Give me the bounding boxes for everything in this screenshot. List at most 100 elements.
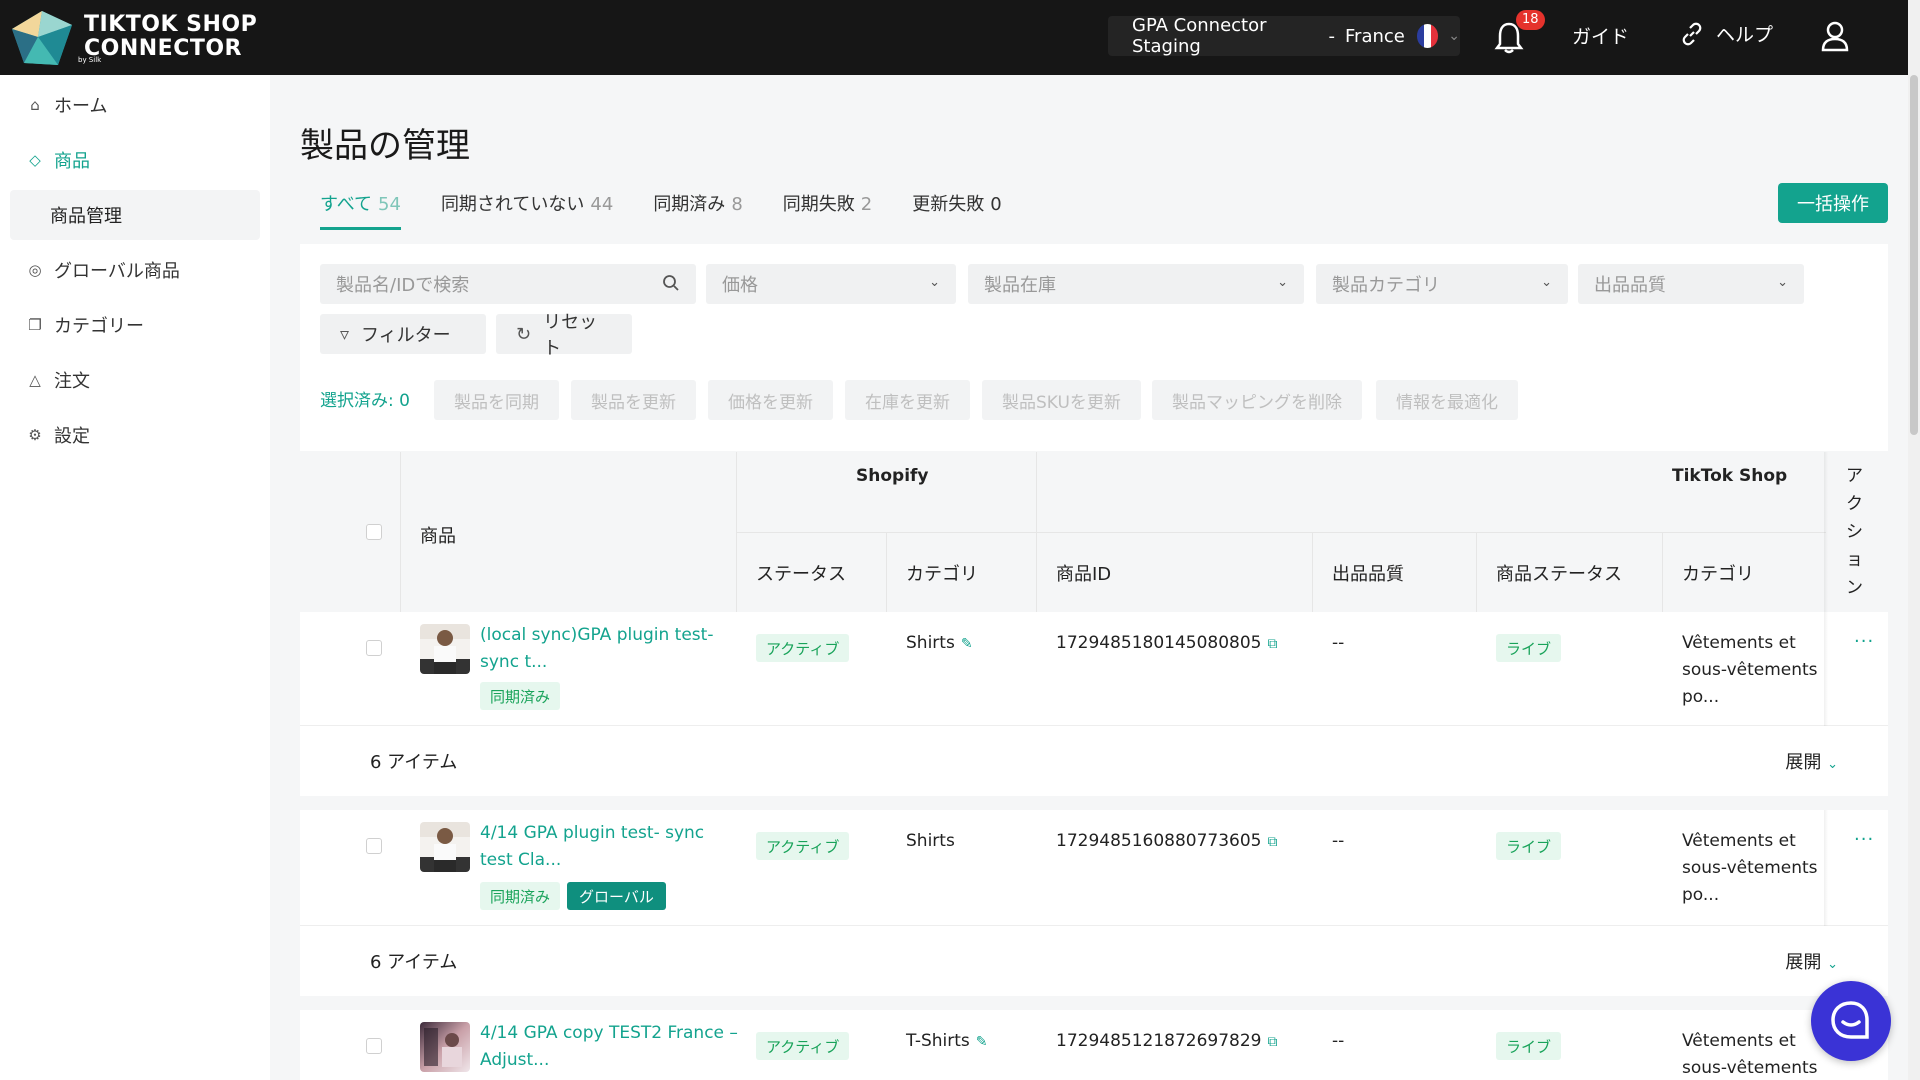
sidebar-item-products[interactable]: ◇ 商品 [0, 135, 270, 185]
product-name-link[interactable]: 4/14 GPA copy TEST2 France – Adjust... [480, 1020, 740, 1074]
bulk-action-button[interactable]: 一括操作 [1778, 183, 1888, 223]
column-shadow [1824, 810, 1828, 926]
shopify-group-header: Shopify [856, 466, 929, 486]
sidebar-item-orders[interactable]: △ 注文 [0, 355, 270, 405]
col-product-header: 商品 [420, 526, 456, 547]
edit-icon[interactable]: ✎ [961, 636, 973, 652]
quality-dropdown[interactable]: 出品品質 ⌄ [1578, 264, 1804, 304]
help-link[interactable]: ヘルプ [1680, 20, 1773, 47]
row-checkbox[interactable] [366, 1038, 382, 1054]
category-value: Shirts [906, 633, 955, 653]
expand-button[interactable]: 展開 ⌄ [1785, 948, 1838, 974]
more-actions-icon[interactable]: ... [1854, 626, 1874, 647]
reset-button[interactable]: ↻ リセット [496, 312, 632, 359]
product-name-link[interactable]: (local sync)GPA plugin test- sync t... [480, 622, 720, 676]
sidebar-item-settings[interactable]: ⚙ 設定 [0, 410, 270, 460]
sidebar-item-label: 設定 [54, 426, 90, 447]
store-selector[interactable]: GPA Connector Staging - France ⌄ [1108, 15, 1460, 57]
search-input[interactable]: 製品名/IDで検索 [320, 264, 696, 304]
user-icon[interactable] [1820, 20, 1850, 52]
gear-icon: ⚙ [28, 426, 42, 444]
tt-category-line1: Vêtements et [1682, 633, 1796, 653]
product-id: 1729485180145080805 ⧉ [1056, 630, 1278, 658]
chevron-down-icon: ⌄ [1827, 957, 1838, 972]
update-stock-button[interactable]: 在庫を更新 [845, 380, 970, 420]
sidebar-subitem-product-management[interactable]: 商品管理 [10, 190, 260, 240]
stock-dropdown[interactable]: 製品在庫 ⌄ [968, 264, 1304, 304]
category-dropdown[interactable]: 製品カテゴリ ⌄ [1316, 264, 1568, 304]
update-sku-button[interactable]: 製品SKUを更新 [982, 380, 1141, 420]
store-name: GPA Connector Staging [1132, 15, 1267, 57]
tab-update-failed[interactable]: 更新失敗 0 [912, 190, 1001, 230]
tt-category: Vêtements et sous-vêtements po... [1682, 630, 1818, 711]
column-shadow [1824, 612, 1828, 726]
price-dropdown[interactable]: 価格 ⌄ [706, 264, 956, 304]
sidebar-item-categories[interactable]: ❐ カテゴリー [0, 300, 270, 350]
select-all-checkbox[interactable] [366, 524, 382, 540]
category-label: 製品カテゴリ [1332, 275, 1440, 296]
chevron-down-icon: ⌄ [929, 275, 940, 290]
tab-synced[interactable]: 同期済み 8 [653, 190, 742, 230]
row-checkbox[interactable] [366, 640, 382, 656]
category-value: T-Shirts [906, 1031, 970, 1051]
column-shadow [1824, 452, 1828, 612]
item-count: 6 アイテム [370, 952, 458, 973]
variant-group-row: 6 アイテム 展開 ⌄ [300, 726, 1888, 796]
notification-badge: 18 [1516, 10, 1545, 30]
product-name-link[interactable]: 4/14 GPA plugin test- sync test Cla... [480, 820, 720, 874]
table-row: 4/14 GPA copy TEST2 France – Adjust... ア… [300, 1010, 1888, 1080]
tab-all[interactable]: すべて 54 [320, 190, 401, 230]
logo[interactable]: TIKTOK SHOP CONNECTOR [8, 7, 257, 67]
sidebar: ⌂ ホーム ◇ 商品 商品管理 ◎ グローバル商品 ❐ カテゴリー △ 注文 ⚙… [0, 75, 270, 1080]
copy-icon[interactable]: ⧉ [1268, 636, 1278, 652]
sidebar-item-global-products[interactable]: ◎ グローバル商品 [0, 245, 270, 295]
optimize-info-button[interactable]: 情報を最適化 [1376, 380, 1518, 420]
scrollbar-thumb[interactable] [1910, 75, 1918, 435]
delete-mapping-button[interactable]: 製品マッピングを削除 [1152, 380, 1362, 420]
store-country: France [1345, 25, 1405, 47]
price-label: 価格 [722, 275, 758, 296]
col-action-header: アクション [1846, 466, 1863, 598]
filter-panel: 製品名/IDで検索 価格 ⌄ 製品在庫 ⌄ 製品カテゴリ ⌄ 出品品質 ⌄ ▿ フィルター… [300, 244, 1888, 451]
product-thumbnail[interactable] [420, 624, 470, 674]
edit-icon[interactable]: ✎ [976, 1034, 988, 1050]
tab-sync-failed[interactable]: 同期失敗 2 [783, 190, 872, 230]
sidebar-item-home[interactable]: ⌂ ホーム [0, 80, 270, 130]
listing-quality: -- [1332, 831, 1345, 851]
product-image [434, 828, 456, 872]
chat-button[interactable] [1811, 981, 1891, 1061]
tt-category-line3: po... [1682, 687, 1720, 707]
sidebar-subitem-label: 商品管理 [50, 206, 122, 227]
guide-link[interactable]: ガイド [1572, 22, 1629, 49]
global-tag: グローバル [567, 882, 666, 910]
filter-icon: ▿ [340, 323, 350, 345]
col-tt-category-header: カテゴリ [1682, 564, 1754, 585]
sidebar-item-label: ホーム [54, 96, 108, 117]
top-bar: TIKTOK SHOP CONNECTOR by Silk GPA Connec… [0, 0, 1908, 75]
more-actions-icon[interactable]: ... [1854, 824, 1874, 845]
sync-products-button[interactable]: 製品を同期 [434, 380, 559, 420]
tt-category: Vêtements et sous-vêtements po... [1682, 828, 1818, 909]
copy-icon[interactable]: ⧉ [1268, 834, 1278, 850]
product-name-line2: test Cla... [480, 850, 562, 870]
synced-tag: 同期済み [480, 882, 561, 910]
col-status-header: ステータス [756, 564, 846, 585]
tab-not-synced[interactable]: 同期されていない 44 [441, 190, 613, 230]
filter-button[interactable]: ▿ フィルター [320, 314, 486, 354]
product-name-line1: 4/14 GPA plugin test- sync [480, 823, 705, 843]
product-thumbnail[interactable] [420, 1022, 470, 1072]
product-id: 1729485160880773605 ⧉ [1056, 828, 1278, 856]
product-thumbnail[interactable] [420, 822, 470, 872]
france-flag-icon [1416, 24, 1439, 48]
copy-icon[interactable]: ⧉ [1268, 1034, 1278, 1050]
update-price-button[interactable]: 価格を更新 [708, 380, 833, 420]
chevron-down-icon: ⌄ [1541, 275, 1552, 290]
tt-status-badge: ライブ [1496, 1032, 1562, 1060]
tab-count: 44 [590, 194, 614, 215]
table-row: 4/14 GPA plugin test- sync test Cla... 同… [300, 810, 1888, 926]
row-checkbox[interactable] [366, 838, 382, 854]
product-id: 1729485121872697829 ⧉ [1056, 1028, 1278, 1056]
update-products-button[interactable]: 製品を更新 [571, 380, 696, 420]
col-product-id-header: 商品ID [1056, 564, 1112, 585]
expand-button[interactable]: 展開 ⌄ [1785, 748, 1838, 774]
